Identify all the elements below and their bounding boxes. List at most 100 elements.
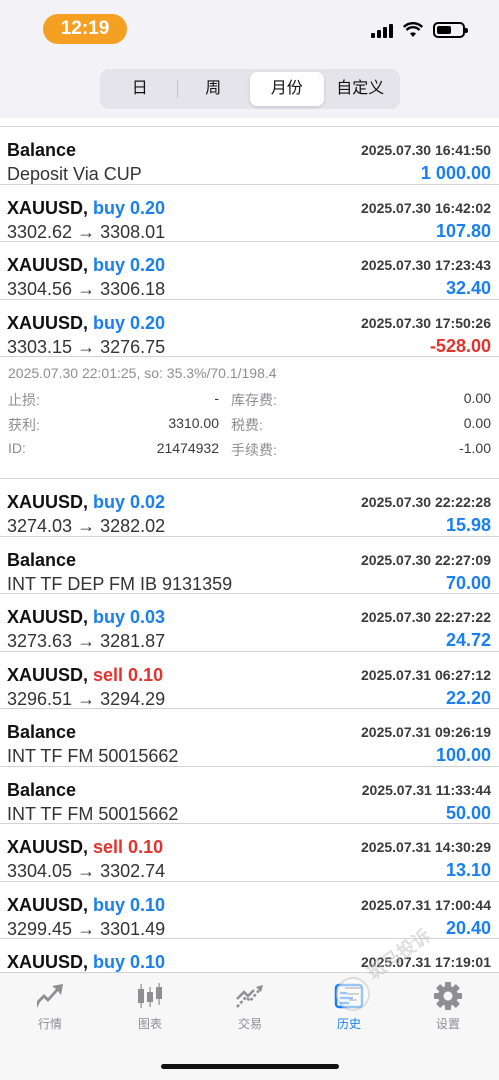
battery-icon — [433, 22, 468, 38]
row-amount: 20.40 — [445, 917, 491, 938]
row-title: XAUUSD, buy 0.10 — [7, 952, 165, 972]
swap-label: 库存费: — [231, 392, 277, 408]
row-subtitle: 3302.62 → 3308.01 — [7, 221, 166, 242]
row-amount: 32.40 — [445, 278, 491, 298]
list-item[interactable]: Balance 2025.07.31 09:26:19 INT TF FM 5001… — [0, 709, 499, 767]
row-title: XAUUSD, buy 0.20 — [7, 198, 165, 219]
row-date: 2025.07.30 17:23:43 — [361, 257, 491, 273]
row-subtitle: 3304.56 → 3306.18 — [7, 279, 166, 299]
row-symbol: Balance — [7, 779, 77, 800]
list-item[interactable]: XAUUSD, buy 0.20 2025.07.30 17:50:26 3303.… — [0, 300, 499, 357]
row-date: 2025.07.30 22:27:09 — [361, 551, 491, 568]
row-amount: 50.00 — [445, 802, 491, 823]
row-title: XAUUSD, sell 0.10 — [7, 837, 163, 858]
tab-label: 交易 — [237, 1017, 262, 1031]
list-item[interactable]: XAUUSD, sell 0.10 2025.07.31 14:30:29 3304… — [0, 824, 499, 882]
period-tab-2[interactable]: 月份 — [250, 72, 324, 106]
id-value: 21474932 — [156, 440, 219, 456]
row-subtitle: 3303.15 → 3276.75 — [7, 336, 166, 357]
row-title: XAUUSD, buy 0.10 — [7, 895, 165, 916]
row-direction: buy 0.10 — [93, 894, 166, 915]
row-date: 2025.07.31 14:30:29 — [361, 839, 491, 855]
row-direction: buy 0.20 — [93, 255, 166, 275]
home-indicator — [161, 1064, 339, 1069]
tab-label: 行情 — [37, 1017, 62, 1031]
list-item[interactable]: XAUUSD, buy 0.10 2025.07.31 17:00:44 3299.… — [0, 882, 499, 939]
row-symbol: XAUUSD, — [7, 607, 89, 627]
list-item[interactable]: Balance 2025.07.30 16:41:50 Deposit Via CU… — [0, 127, 499, 185]
row-subtitle: 3273.63 → 3281.87 — [7, 631, 166, 651]
fee-value: -1.00 — [459, 440, 491, 456]
list-item[interactable]: XAUUSD, buy 0.20 2025.07.30 17:23:43 3304.… — [0, 242, 499, 300]
period-tab-3[interactable]: 自定义 — [324, 72, 398, 106]
row-amount: -528.00 — [429, 335, 491, 356]
period-tab-1[interactable]: 周 — [176, 72, 251, 106]
row-direction: sell 0.10 — [93, 664, 164, 685]
row-subtitle: INT TF DEP FM IB 9131359 — [7, 573, 233, 594]
row-title: Balance — [7, 140, 76, 161]
row-subtitle: INT TF FM 50015662 — [7, 803, 179, 824]
tab-trade[interactable]: 交易 — [210, 981, 290, 1032]
row-direction: buy 0.03 — [93, 607, 166, 627]
tab-quotes[interactable]: 行情 — [10, 981, 90, 1032]
list-item[interactable]: XAUUSD, buy 0.02 2025.07.30 22:22:28 3274.… — [0, 479, 499, 537]
row-symbol: XAUUSD, — [7, 197, 89, 218]
period-segmented-control: 日周月份 自定义 — [100, 69, 400, 109]
cellular-signal-icon — [371, 22, 393, 38]
row-symbol: XAUUSD, — [7, 952, 89, 972]
row-title: Balance — [7, 550, 76, 571]
row-title: XAUUSD, buy 0.03 — [7, 607, 165, 628]
row-date: 2025.07.30 16:42:02 — [361, 199, 491, 216]
row-date: 2025.07.30 16:41:50 — [361, 142, 491, 158]
take-profit-value: 3310.00 — [168, 415, 219, 431]
status-icons — [371, 22, 468, 38]
row-symbol: XAUUSD, — [7, 492, 89, 512]
row-date: 2025.07.31 17:19:01 — [361, 954, 491, 970]
row-amount: 100.00 — [435, 745, 491, 765]
tab-label: 设置 — [435, 1017, 460, 1031]
row-amount: 70.00 — [445, 572, 491, 593]
tab-chart[interactable]: 图表 — [110, 981, 190, 1032]
row-direction: buy 0.20 — [93, 312, 166, 333]
row-direction: buy 0.10 — [93, 952, 166, 972]
list-item[interactable]: Balance 2025.07.31 11:33:44 INT TF FM 5001… — [0, 767, 499, 824]
row-subtitle: 3296.51 → 3294.29 — [7, 688, 166, 709]
row-symbol: XAUUSD, — [7, 837, 89, 857]
row-subtitle: 3299.45 → 3301.49 — [7, 918, 166, 939]
row-symbol: XAUUSD, — [7, 894, 89, 915]
trade-detail-panel: 2025.07.30 22:01:25, so: 35.3%/70.1/198.… — [0, 357, 499, 479]
row-direction: buy 0.20 — [93, 197, 166, 218]
row-title: Balance — [7, 722, 76, 743]
status-time: 12:19 — [43, 14, 127, 44]
row-title: XAUUSD, sell 0.10 — [7, 665, 163, 686]
list-item[interactable]: XAUUSD, buy 0.20 2025.07.30 16:42:02 3302.… — [0, 185, 499, 242]
row-symbol: XAUUSD, — [7, 312, 89, 333]
row-subtitle: 3304.05 → 3302.74 — [7, 861, 166, 881]
row-title: XAUUSD, buy 0.20 — [7, 255, 165, 276]
list-item[interactable]: Balance 2025.07.30 22:27:09 INT TF DEP FM … — [0, 537, 499, 594]
list-item[interactable]: XAUUSD, buy 0.10 2025.07.31 17:19:01 — [0, 939, 499, 972]
take-profit-label: 获利: — [8, 417, 40, 433]
period-selector-area: 日周月份 自定义 — [0, 60, 499, 118]
chart-icon — [138, 983, 162, 1008]
swap-value: 0.00 — [463, 390, 491, 406]
row-symbol: XAUUSD, — [7, 255, 89, 275]
quotes-icon — [37, 984, 63, 1008]
row-symbol: Balance — [7, 140, 77, 160]
tab-history[interactable]: 历史 — [309, 981, 389, 1032]
wifi-icon — [403, 22, 423, 37]
tax-value: 0.00 — [463, 415, 491, 431]
row-amount: 24.72 — [445, 630, 491, 650]
list-item[interactable]: XAUUSD, sell 0.10 2025.07.31 06:27:12 3296… — [0, 652, 499, 709]
tab-label: 历史 — [336, 1017, 361, 1031]
row-amount: 13.10 — [445, 860, 491, 880]
history-list[interactable]: Balance 2025.07.30 16:41:50 Deposit Via CU… — [0, 118, 499, 972]
stop-loss-label: 止损: — [8, 392, 40, 408]
list-item[interactable]: XAUUSD, buy 0.03 2025.07.30 22:27:22 3273.… — [0, 594, 499, 652]
status-bar: 12:19 — [0, 0, 499, 60]
tab-settings[interactable]: 设置 — [408, 981, 488, 1032]
period-tab-0[interactable]: 日 — [103, 72, 177, 106]
row-subtitle: Deposit Via CUP — [7, 164, 142, 184]
history-icon — [334, 983, 364, 1009]
settings-icon — [434, 982, 462, 1010]
